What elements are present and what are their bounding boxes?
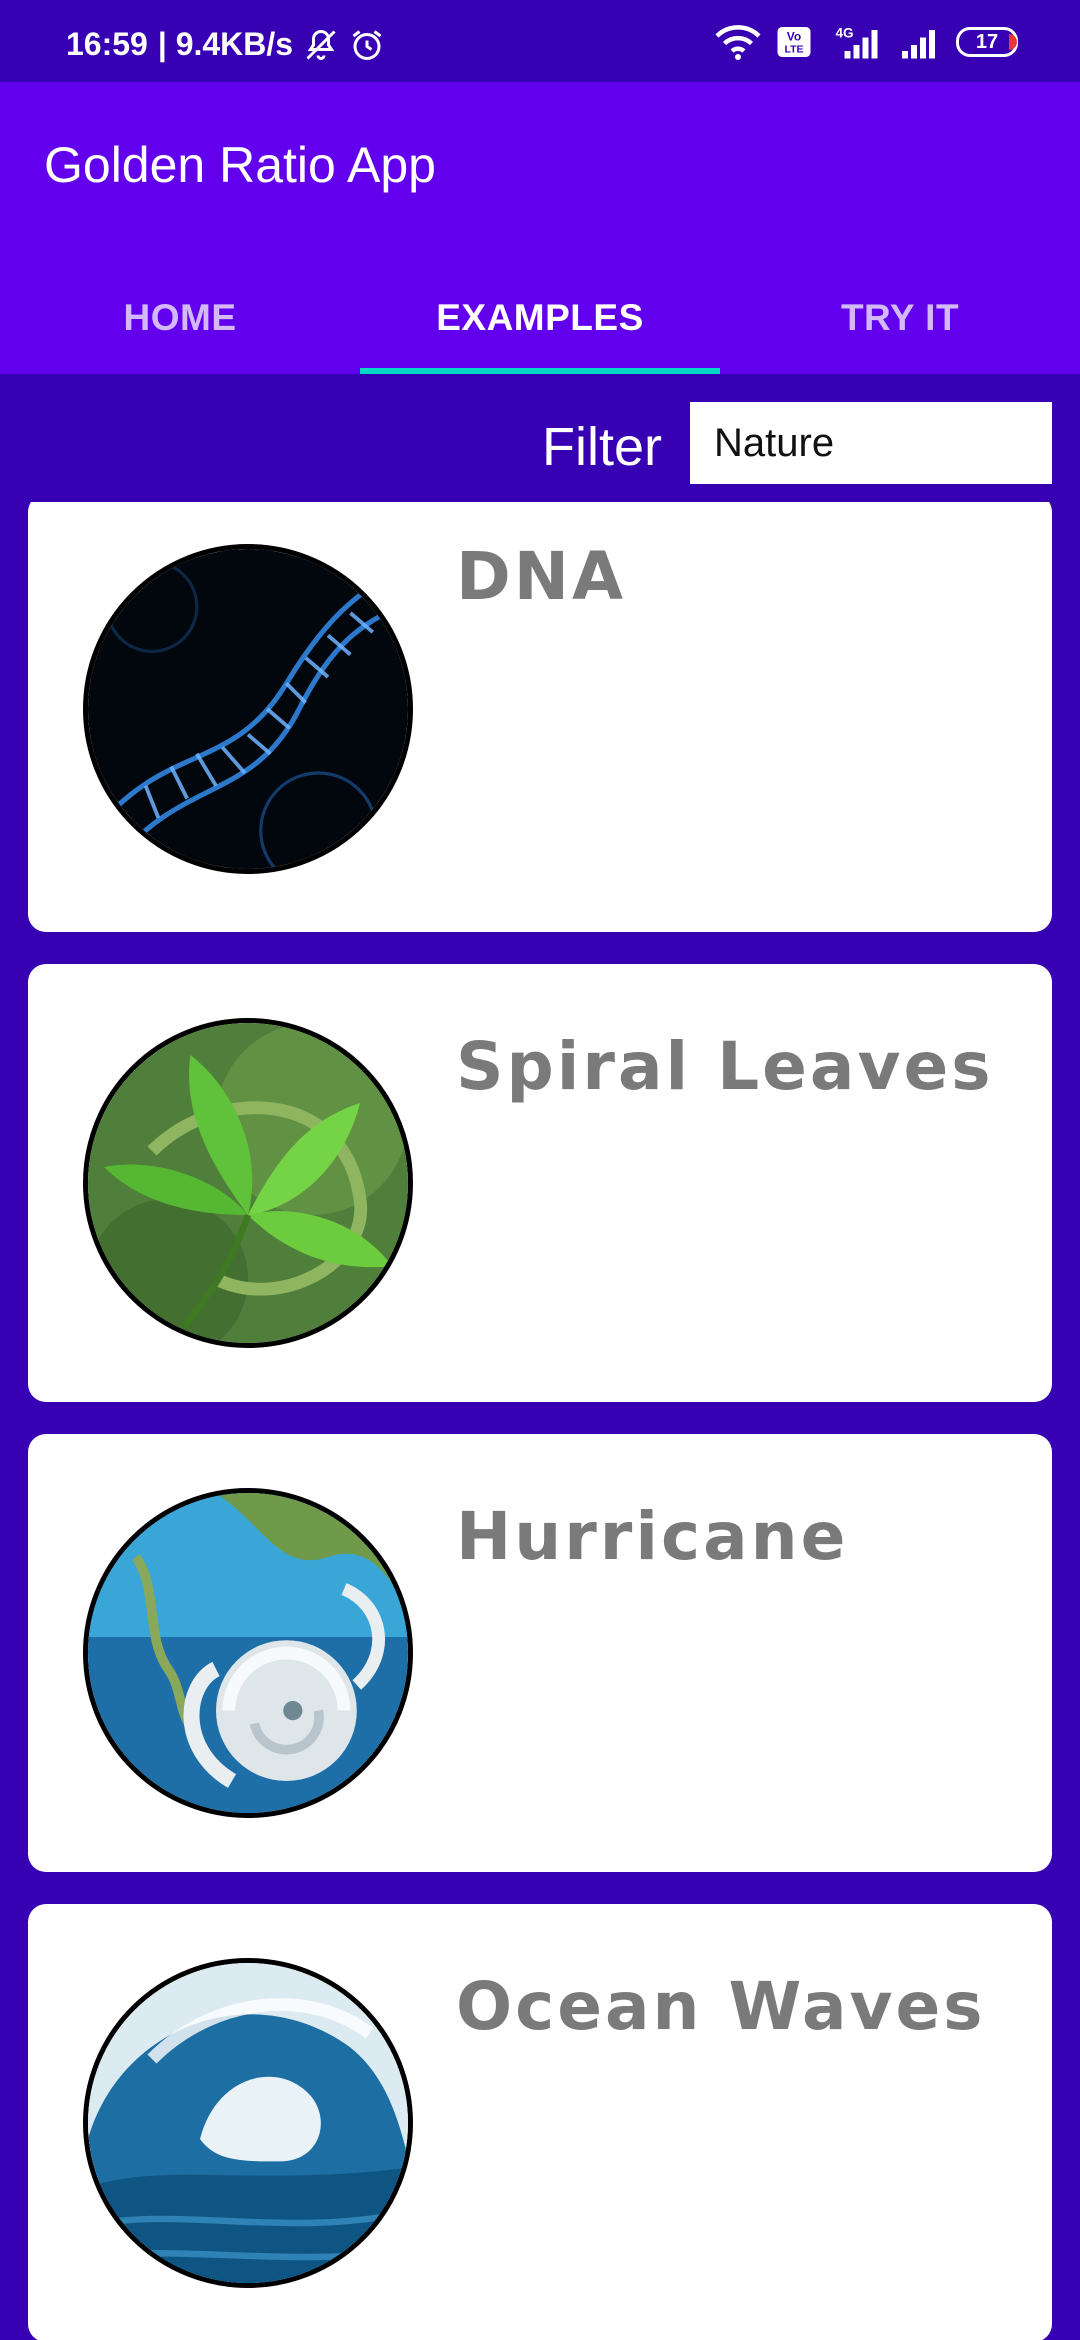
example-title: Ocean Waves xyxy=(456,1968,986,2045)
status-left: 16:59 | 9.4KB/s xyxy=(66,26,385,63)
svg-text:4G: 4G xyxy=(836,26,854,41)
status-net-speed: | 9.4KB/s xyxy=(157,26,294,62)
volte-icon: Vo LTE xyxy=(776,24,812,60)
wave-image xyxy=(83,1958,413,2288)
battery-icon: 17 xyxy=(956,27,1018,57)
alarm-icon xyxy=(349,27,385,63)
example-title: Hurricane xyxy=(456,1498,849,1575)
app-bar: Golden Ratio App HOME EXAMPLES TRY IT xyxy=(0,82,1080,374)
mute-icon xyxy=(303,27,339,63)
tab-try-it[interactable]: TRY IT xyxy=(720,262,1080,374)
examples-list[interactable]: DNA Spiral Leaves Hurricane Ocean Waves xyxy=(0,502,1080,2340)
example-title: DNA xyxy=(456,538,627,615)
filter-dropdown[interactable]: Nature xyxy=(690,402,1052,484)
dna-image xyxy=(83,544,413,874)
filter-row: Filter Nature xyxy=(0,374,1080,502)
status-right: Vo LTE 4G 17 xyxy=(714,24,1018,60)
example-card-hurricane[interactable]: Hurricane xyxy=(28,1434,1052,1872)
example-card-dna[interactable]: DNA xyxy=(28,502,1052,932)
example-title: Spiral Leaves xyxy=(456,1028,994,1105)
svg-text:Vo: Vo xyxy=(787,30,801,44)
filter-selected-value: Nature xyxy=(714,420,835,465)
status-bar: 16:59 | 9.4KB/s Vo LTE 4G 17 xyxy=(0,0,1080,82)
tab-examples[interactable]: EXAMPLES xyxy=(360,262,720,374)
tab-try-it-label: TRY IT xyxy=(840,297,960,338)
tab-home[interactable]: HOME xyxy=(0,262,360,374)
tab-bar: HOME EXAMPLES TRY IT xyxy=(0,262,1080,374)
example-card-spiral-leaves[interactable]: Spiral Leaves xyxy=(28,964,1052,1402)
app-title: Golden Ratio App xyxy=(44,137,436,193)
svg-text:LTE: LTE xyxy=(784,44,803,56)
filter-label: Filter xyxy=(542,417,662,477)
leaves-image xyxy=(83,1018,413,1348)
example-card-ocean-waves[interactable]: Ocean Waves xyxy=(28,1904,1052,2340)
signal-4g-icon: 4G xyxy=(826,24,884,60)
hurricane-image xyxy=(83,1488,413,1818)
signal-icon xyxy=(898,24,942,60)
wifi-icon xyxy=(714,24,762,60)
battery-level: 17 xyxy=(975,30,999,53)
status-time: 16:59 xyxy=(66,26,148,62)
tab-home-label: HOME xyxy=(123,297,237,338)
tab-examples-label: EXAMPLES xyxy=(436,297,644,338)
